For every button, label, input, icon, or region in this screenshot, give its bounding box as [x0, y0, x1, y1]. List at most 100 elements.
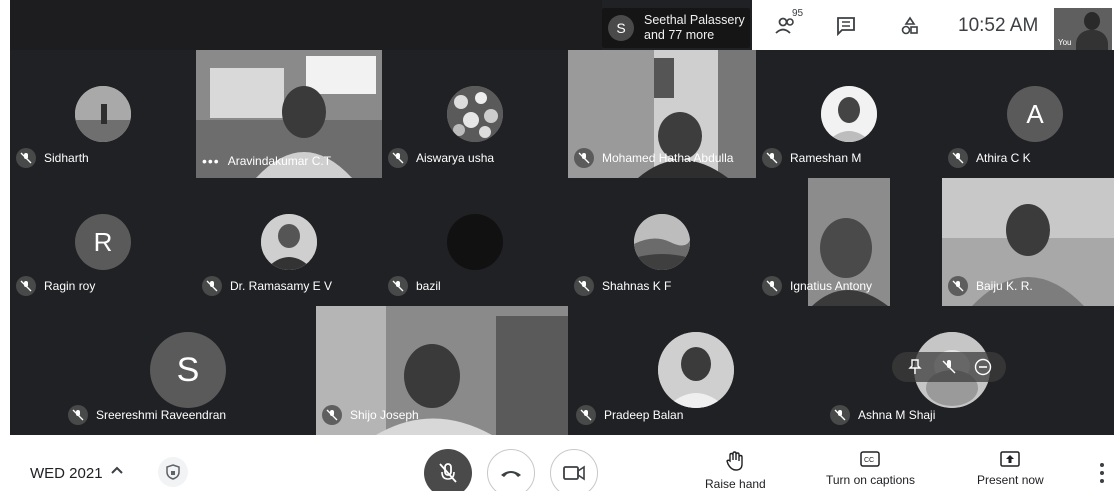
present-now-button[interactable]: Present now	[977, 451, 1044, 487]
presenter-name: Seethal Palassery	[644, 13, 745, 27]
participant-name: Baiju K. R.	[976, 279, 1033, 293]
participant-name: Aravindakumar C.T	[227, 154, 332, 168]
participant-tile[interactable]: bazil	[382, 178, 568, 306]
participant-name: Sidharth	[44, 151, 89, 165]
participant-tile[interactable]: Baiju K. R.	[942, 178, 1114, 306]
mic-off-icon	[202, 276, 222, 296]
participant-name: Shijo Joseph	[350, 408, 419, 422]
raise-hand-label: Raise hand	[705, 477, 766, 491]
participant-nameplate: Mohamed Hatha Abdulla	[574, 148, 733, 168]
captions-label: Turn on captions	[826, 473, 915, 487]
tile-hover-controls	[892, 352, 1006, 382]
participant-tile[interactable]: R Ragin roy	[10, 178, 196, 306]
participant-tile[interactable]: ••• Aravindakumar C.T	[196, 50, 382, 178]
participant-name: Athira C K	[976, 151, 1031, 165]
presenter-text: Seethal Palassery and 77 more	[644, 13, 745, 43]
participant-tile[interactable]: Pradeep Balan	[570, 306, 822, 435]
participant-nameplate: Ashna M Shaji	[830, 405, 935, 425]
avatar-initial: A	[1026, 98, 1044, 129]
participant-name: bazil	[416, 279, 441, 293]
mic-off-icon	[762, 276, 782, 296]
more-options-icon[interactable]: •••	[202, 154, 220, 168]
participant-name: Ragin roy	[44, 279, 96, 293]
clock: 10:52 AM	[958, 15, 1039, 36]
camera-icon	[563, 465, 585, 481]
participant-tile[interactable]: Rameshan M	[756, 50, 942, 178]
raise-hand-button[interactable]: Raise hand	[705, 451, 766, 491]
shield-lock-icon	[166, 464, 180, 480]
mic-off-icon	[574, 148, 594, 168]
avatar	[261, 214, 317, 270]
avatar: S	[150, 332, 226, 408]
participant-tile[interactable]: Ashna M Shaji	[824, 306, 1076, 435]
mic-off-icon	[322, 405, 342, 425]
presenter-more: and 77 more	[644, 28, 715, 42]
participant-nameplate: Baiju K. R.	[948, 276, 1033, 296]
svg-text:CC: CC	[864, 457, 874, 464]
participant-nameplate: Athira C K	[948, 148, 1031, 168]
chevron-up-icon[interactable]	[110, 463, 124, 482]
avatar-initial: R	[93, 226, 113, 257]
participant-nameplate: Shijo Joseph	[322, 405, 419, 425]
more-vert-icon[interactable]	[1094, 461, 1110, 485]
participant-tile[interactable]: Ignatius Antony	[756, 178, 942, 306]
mic-off-icon	[830, 405, 850, 425]
present-now-label: Present now	[977, 473, 1044, 487]
participant-tile[interactable]: Sidharth	[10, 50, 196, 178]
participant-name: Shahnas K F	[602, 279, 672, 293]
participant-name: Pradeep Balan	[604, 408, 684, 422]
participant-nameplate: Rameshan M	[762, 148, 861, 168]
participant-name: Aiswarya usha	[416, 151, 495, 165]
chat-button[interactable]	[832, 12, 860, 40]
participant-tile[interactable]: Mohamed Hatha Abdulla	[568, 50, 756, 178]
avatar	[821, 86, 877, 142]
participant-name: Mohamed Hatha Abdulla	[602, 151, 734, 165]
participant-nameplate: Shahnas K F	[574, 276, 671, 296]
host-controls-button[interactable]	[158, 457, 188, 487]
mic-off-icon	[68, 405, 88, 425]
participant-nameplate: Sreereshmi Raveendran	[68, 405, 226, 425]
bottom-bar: WED 2021 Raise hand CC Turn on captions …	[0, 435, 1114, 491]
remove-participant-icon[interactable]	[966, 353, 1000, 381]
participant-name: Ignatius Antony	[790, 279, 873, 293]
participant-nameplate: Aiswarya usha	[388, 148, 494, 168]
mute-participant-icon[interactable]	[932, 353, 966, 381]
mic-toggle-button[interactable]	[424, 449, 472, 491]
self-view[interactable]: You	[1054, 8, 1112, 50]
camera-toggle-button[interactable]	[550, 449, 598, 491]
avatar	[658, 332, 734, 408]
self-head	[1084, 12, 1100, 30]
mic-off-icon	[576, 405, 596, 425]
self-body	[1076, 30, 1108, 50]
participant-tile[interactable]: Aiswarya usha	[382, 50, 568, 178]
participant-tile[interactable]: Dr. Ramasamy E V	[196, 178, 382, 306]
participant-tile[interactable]: A Athira C K	[942, 50, 1114, 178]
pin-icon[interactable]	[898, 353, 932, 381]
meet-stage: Sidharth ••• Aravindakumar C.T Aiswarya …	[0, 0, 1114, 491]
participant-nameplate: ••• Aravindakumar C.T	[202, 154, 331, 168]
people-icon	[775, 17, 794, 34]
participant-tile[interactable]: Shijo Joseph	[316, 306, 568, 435]
avatar	[447, 214, 503, 270]
avatar	[75, 86, 131, 142]
participant-name: Dr. Ramasamy E V	[230, 279, 333, 293]
hand-icon	[726, 451, 744, 471]
top-bar: S Seethal Palassery and 77 more 95 10:52…	[0, 0, 1114, 50]
participant-tile[interactable]: Shahnas K F	[568, 178, 756, 306]
captions-icon: CC	[860, 451, 881, 467]
leave-call-button[interactable]	[487, 449, 535, 491]
captions-button[interactable]: CC Turn on captions	[826, 451, 915, 487]
participant-tile[interactable]: S Sreereshmi Raveendran	[62, 306, 314, 435]
avatar-initial: S	[176, 350, 200, 389]
meeting-details-label[interactable]: WED 2021	[30, 465, 103, 482]
chat-icon	[837, 17, 855, 36]
presenter-chip[interactable]: S Seethal Palassery and 77 more	[602, 8, 750, 48]
avatar: R	[75, 214, 131, 270]
participant-name: Ashna M Shaji	[858, 408, 936, 422]
mic-off-icon	[388, 148, 408, 168]
activities-button[interactable]	[896, 12, 924, 40]
participant-name: Rameshan M	[790, 151, 862, 165]
people-button[interactable]: 95	[772, 8, 803, 40]
mic-off-icon	[16, 276, 36, 296]
presenter-initial: S	[616, 20, 626, 36]
